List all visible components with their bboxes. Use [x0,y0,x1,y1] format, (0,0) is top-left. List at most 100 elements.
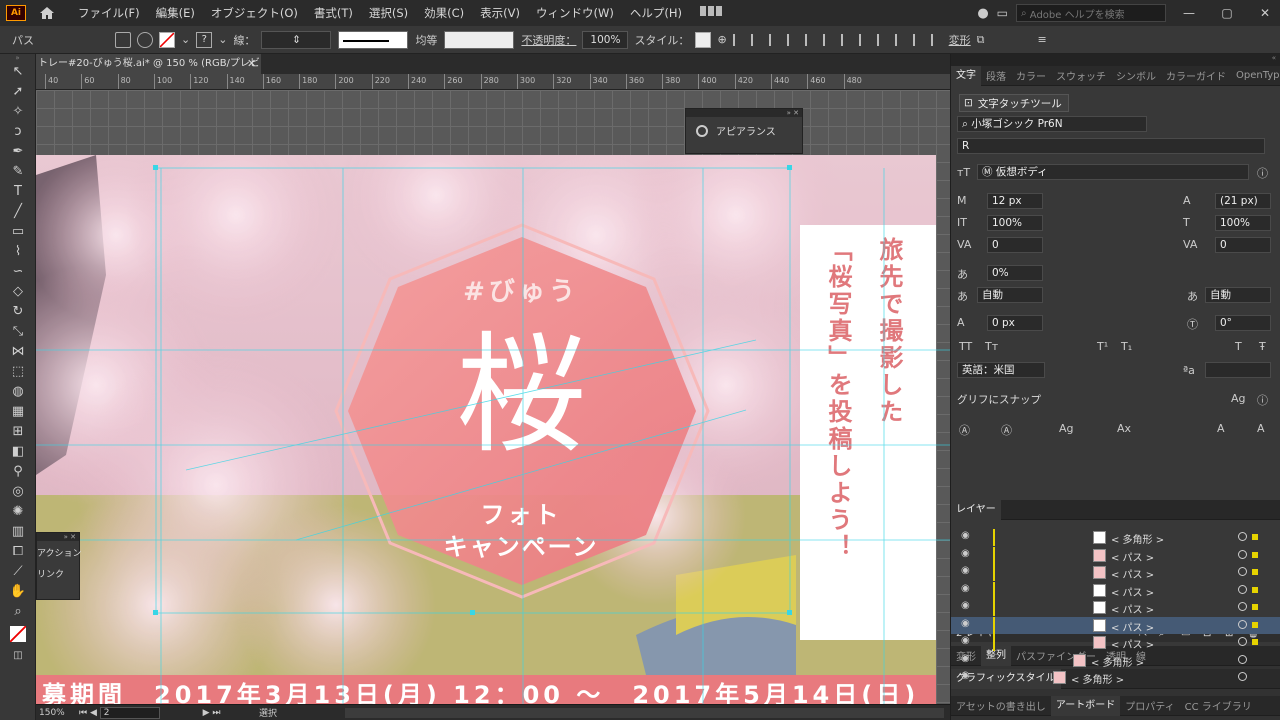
pen-tool-icon[interactable]: ✒ [8,142,28,162]
layer-name[interactable]: < パス > [1111,584,1154,599]
minimize-button[interactable]: — [1174,6,1204,20]
magic-wand-tool-icon[interactable]: ✧ [8,102,28,122]
stroke-swatch[interactable]: ? [196,31,213,48]
artboard[interactable]: #びゅう 桜 フォト キャンペーン 旅先で撮影した 「桜写真」を投稿しよう！ 募… [36,155,936,704]
artboard-tool-icon[interactable]: ⧠ [8,542,28,562]
chevron-down-icon[interactable]: ⌄ [181,33,190,46]
actions-links-panel[interactable]: » ✕ アクション リンク [36,532,82,600]
menu-help[interactable]: ヘルプ(H) [622,5,690,21]
tab-layers[interactable]: レイヤー [951,499,1001,520]
layer-name[interactable]: < パス > [1111,619,1154,634]
selection-indicator[interactable] [1252,551,1258,558]
character-rotation-input[interactable]: 0° [1215,315,1271,331]
target-icon[interactable] [1238,532,1247,541]
leading-input[interactable]: (21 px) [1215,193,1271,209]
tab-symbols[interactable]: シンボル [1111,68,1161,83]
layer-name[interactable]: < パス > [1111,636,1154,651]
recolor-icon[interactable] [115,31,131,48]
small-caps-icon[interactable]: Tт [985,340,998,353]
isolate-icon[interactable]: ⧉ [977,33,985,47]
align-middle-icon[interactable] [804,33,817,46]
target-icon[interactable] [137,31,153,48]
aki-left-select[interactable]: 自動 [977,287,1043,303]
opacity-label[interactable]: 不透明度： [521,32,576,48]
snap-glyph-bounds-icon[interactable]: Ag [1059,422,1074,435]
snap-angular-icon[interactable]: A [1217,422,1225,435]
shape-builder-tool-icon[interactable]: ◍ [8,382,28,402]
layer-name[interactable]: < パス > [1111,549,1154,564]
appearance-panel[interactable]: » ✕ アピアランス [685,108,803,154]
rectangle-tool-icon[interactable]: ▭ [8,222,28,242]
document-tab[interactable]: トレー#20-びゅう桜.ai* @ 150 % (RGB/プレビュー) [36,54,261,74]
layer-name[interactable]: < パス > [1111,566,1154,581]
artboard-navigation[interactable]: ⏮ ◀ 2 ▶ ⏭ [79,706,259,719]
fill-stroke-swatch[interactable] [10,626,26,642]
dock-grip[interactable]: « [951,54,1280,66]
target-icon[interactable] [1238,549,1247,559]
brush-definition-preview[interactable] [444,30,515,49]
target-icon[interactable] [1238,637,1247,646]
rotate-tool-icon[interactable]: ↻ [8,302,28,322]
target-icon[interactable] [1238,584,1247,594]
gradient-tool-icon[interactable]: ◧ [8,442,28,462]
blend-tool-icon[interactable]: ◎ [8,482,28,502]
font-family-select[interactable]: ⌕ 小塚ゴシック Pr6N [957,116,1147,132]
subscript-icon[interactable]: T₁ [1121,340,1132,353]
language-select[interactable]: 英語：米国 [957,362,1045,378]
home-icon[interactable] [38,4,56,22]
superscript-icon[interactable]: T¹ [1097,340,1108,353]
menu-file[interactable]: ファイル(F) [70,5,148,21]
target-icon[interactable] [1238,672,1247,681]
distribute-left-icon[interactable] [894,33,907,46]
links-item[interactable]: リンク [37,562,79,583]
menu-effect[interactable]: 効果(C) [416,5,472,21]
horizontal-scrollbar[interactable] [345,707,944,718]
layer-name[interactable]: < 多角形 > [1111,531,1164,546]
zoom-tool-icon[interactable]: ⌕ [8,602,28,622]
align-top-icon[interactable] [786,33,799,46]
layer-row[interactable]: ◉ < パス > [951,546,1280,564]
aki-right-select[interactable]: 自動 [1205,287,1271,303]
tab-properties[interactable]: プロパティ [1120,698,1179,713]
scale-tool-icon[interactable]: ⤡ [8,322,28,342]
snap-proximity-icon[interactable]: Ax [1117,422,1131,435]
vertical-scale-input[interactable]: 100% [987,215,1043,231]
selection-indicator[interactable] [1252,534,1258,540]
target-icon[interactable] [1238,602,1247,611]
distribute-bottom-icon[interactable] [876,33,889,46]
help-search-input[interactable]: ⌕ Adobe ヘルプを検索 [1016,4,1166,22]
graphic-style-swatch[interactable] [695,31,712,48]
drawing-mode-icon[interactable]: ◫ [8,646,28,666]
snap-options-icon[interactable]: Ag [1231,392,1246,405]
panel-grip[interactable]: » [0,54,35,62]
align-left-icon[interactable] [732,33,745,46]
fill-none-swatch[interactable] [159,31,175,48]
width-tool-icon[interactable]: ⋈ [8,342,28,362]
distribute-middle-icon[interactable] [858,33,871,46]
visibility-eye-icon[interactable]: ◉ [961,530,970,541]
stroke-style-preview[interactable] [338,30,409,49]
selection-indicator[interactable] [1252,621,1258,628]
blob-brush-tool-icon[interactable]: ∽ [8,262,28,282]
selection-indicator[interactable] [1252,586,1258,593]
direct-selection-tool-icon[interactable]: ➚ [8,82,28,102]
tab-artboards[interactable]: アートボード [1050,695,1121,716]
artboard-number-input[interactable]: 2 [99,706,160,719]
visibility-eye-icon[interactable]: ◉ [961,600,970,611]
hand-tool-icon[interactable]: ✋ [8,582,28,602]
selection-indicator[interactable] [1252,639,1258,645]
actions-item[interactable]: アクション [37,541,82,562]
baseline-body-select[interactable]: Ⓜ 仮想ボディ [977,164,1249,180]
canvas[interactable]: #びゅう 桜 フォト キャンペーン 旅先で撮影した 「桜写真」を投稿しよう！ 募… [36,90,950,704]
tracking-input[interactable]: 0 [1215,237,1271,253]
stroke-weight-input[interactable]: ⇕ [261,30,332,49]
visibility-eye-icon[interactable]: ◉ [961,653,970,664]
eyedropper-tool-icon[interactable]: ⚲ [8,462,28,482]
stroke-profile-label[interactable]: 均等 [415,32,437,48]
transform-label[interactable]: 変形 [949,32,971,48]
layer-name[interactable]: < パス > [1111,601,1154,616]
layer-row[interactable]: ◉ < 多角形 > [951,652,1280,669]
distribute-right-icon[interactable] [930,33,943,46]
column-graph-tool-icon[interactable]: ▥ [8,522,28,542]
layer-row[interactable]: ◉ < パス > [951,581,1280,599]
